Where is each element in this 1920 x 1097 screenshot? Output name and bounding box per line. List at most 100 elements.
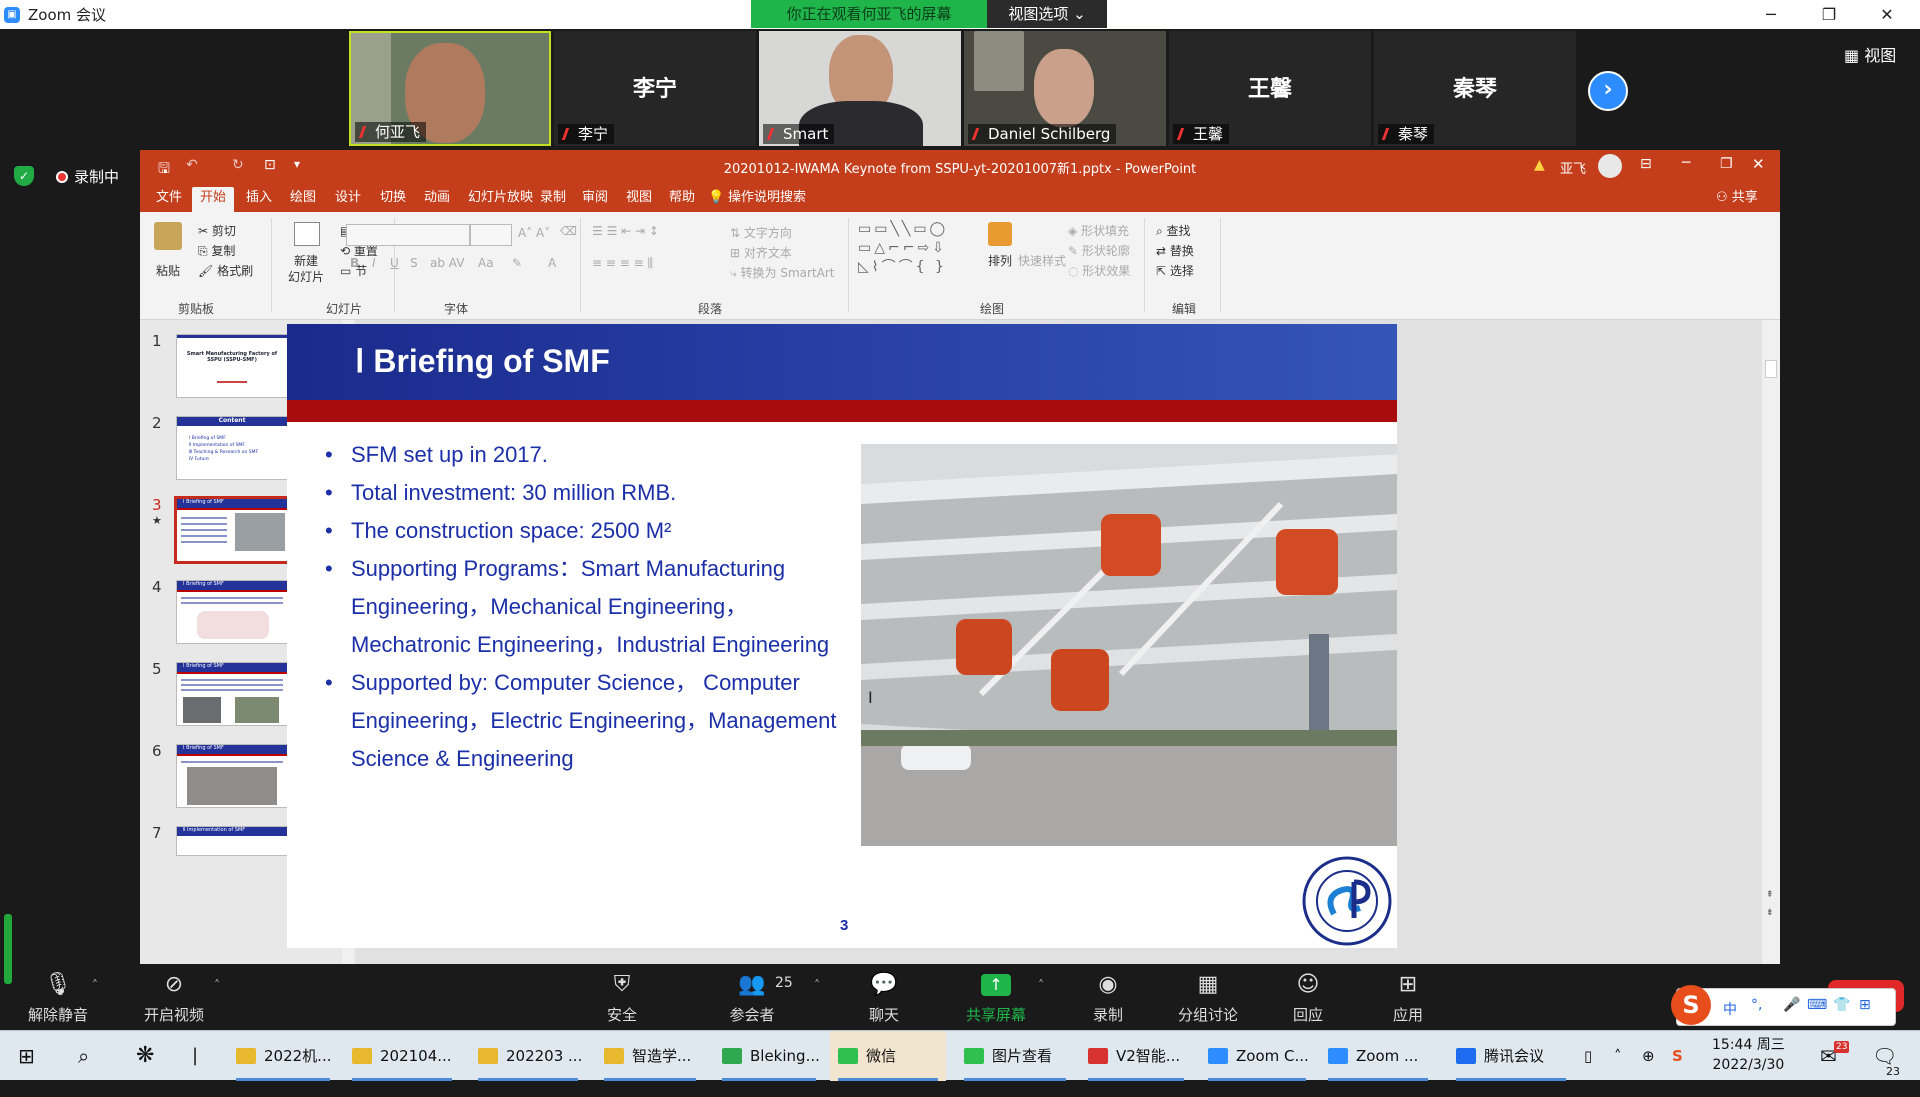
tab-file[interactable]: 文件 — [156, 188, 182, 212]
slide-thumbnail[interactable]: Content Ⅰ Briefing of SMF Ⅱ Implementatio… — [176, 416, 288, 480]
taskbar-app-button[interactable]: 202203 ... — [470, 1031, 586, 1081]
replace-button[interactable]: ⇄ 替换 — [1156, 242, 1194, 259]
reactions-button[interactable]: ☺ 回应 — [1258, 964, 1358, 1030]
underline-icon[interactable]: U — [390, 256, 399, 270]
format-painter-button[interactable]: 🖌 格式刷 — [198, 262, 253, 279]
taskbar-app-button[interactable]: Bleking... — [714, 1031, 824, 1081]
bold-icon[interactable]: B — [350, 256, 359, 270]
view-options-button[interactable]: 视图选项 ⌄ — [987, 0, 1107, 28]
taskbar-app-button[interactable]: Zoom ... — [1320, 1031, 1436, 1081]
slide-thumbnail[interactable]: Ⅰ Briefing of SMF — [176, 744, 288, 808]
security-button[interactable]: ⛨ 安全 — [572, 964, 672, 1030]
ime-tray-icon[interactable]: ⊕ — [1642, 1031, 1655, 1081]
font-size-input[interactable] — [470, 224, 512, 246]
search-icon[interactable]: ⌕ — [78, 1031, 89, 1081]
ime-voice-icon[interactable]: 🎤 — [1783, 997, 1800, 1013]
taskbar-app-button[interactable]: Zoom C... — [1200, 1031, 1314, 1081]
select-button[interactable]: ⇱ 选择 — [1156, 262, 1194, 279]
battery-icon[interactable]: ▯ — [1584, 1031, 1592, 1081]
copy-button[interactable]: ⎘ 复制 — [198, 242, 235, 259]
record-button[interactable]: ◉ 录制 — [1058, 964, 1158, 1030]
sogou-tray-icon[interactable]: S — [1672, 1031, 1683, 1081]
slide-thumbnail[interactable]: Ⅰ Briefing of SMF — [176, 662, 288, 726]
participant-tile[interactable]: 李宁 李宁 — [554, 31, 756, 146]
slide-bullet-list[interactable]: SFM set up in 2017. Total investment: 30… — [325, 436, 845, 778]
bullets-icon[interactable]: ☰ ☰ ⇤ ⇥ ↕ — [592, 224, 659, 238]
share-screen-button[interactable]: ↑ 共享屏幕 — [946, 964, 1046, 1030]
italic-icon[interactable]: I — [372, 256, 376, 270]
audio-options-caret-icon[interactable]: ˄ — [92, 978, 98, 992]
unmute-button[interactable]: 🎙 解除静音 — [8, 964, 108, 1030]
slide-canvas[interactable]: Ⅰ Briefing of SMF SFM set up in 2017. To… — [287, 324, 1397, 948]
tab-draw[interactable]: 绘图 — [290, 188, 316, 212]
align-text-button[interactable]: ⊞ 对齐文本 — [730, 244, 792, 261]
tab-slideshow[interactable]: 幻灯片放映 — [468, 188, 533, 212]
participant-tile[interactable]: 秦琴 秦琴 — [1374, 31, 1576, 146]
change-case-icon[interactable]: Aa — [478, 256, 494, 270]
tab-home[interactable]: 开始 — [192, 187, 235, 212]
tab-record[interactable]: 录制 — [540, 188, 566, 212]
tab-help[interactable]: 帮助 — [669, 188, 695, 212]
app-shortcut-icon[interactable]: ❋ — [136, 1031, 154, 1081]
tab-animations[interactable]: 动画 — [424, 188, 450, 212]
highlight-icon[interactable]: ✎ — [512, 256, 522, 270]
ime-tools-icon[interactable]: ⊞ — [1859, 997, 1871, 1013]
outlook-icon[interactable]: ✉ 23 — [1820, 1031, 1850, 1081]
video-options-caret-icon[interactable]: ˄ — [214, 978, 220, 992]
tray-chevron-icon[interactable]: ˄ — [1614, 1031, 1622, 1081]
ime-language[interactable]: 中 — [1723, 999, 1737, 1019]
slide-title[interactable]: Ⅰ Briefing of SMF — [355, 342, 610, 380]
building-photo[interactable] — [861, 444, 1397, 846]
arrange-icon[interactable] — [988, 222, 1012, 246]
avatar[interactable] — [1598, 154, 1622, 178]
new-slide-button-label[interactable]: 幻灯片 — [288, 268, 324, 285]
tab-review[interactable]: 审阅 — [582, 188, 608, 212]
restore-icon[interactable]: ❐ — [1720, 156, 1733, 172]
align-icons[interactable]: ≡ ≡ ≡ ≡ ⫼ — [592, 256, 653, 271]
prev-slide-icon[interactable]: ⇞ — [1766, 890, 1774, 900]
ime-punctuation-icon[interactable]: °, — [1751, 997, 1762, 1013]
font-name-input[interactable] — [346, 224, 470, 246]
taskbar-app-button[interactable]: 图片查看 — [956, 1031, 1074, 1081]
slide-thumbnail[interactable]: Smart Manufacturing Factory of SSPU (SSP… — [176, 334, 288, 398]
participants-button[interactable]: 👥 参会者 — [702, 964, 802, 1030]
start-video-button[interactable]: ⊘ 开启视频 — [124, 964, 224, 1030]
shape-fill-button[interactable]: ◈ 形状填充 — [1068, 222, 1129, 239]
view-layout-button[interactable]: ▦ 视图 — [1844, 42, 1896, 66]
taskbar-app-button[interactable]: 202104... — [344, 1031, 460, 1081]
share-button[interactable]: ⚇ 共享 — [1716, 188, 1758, 212]
restore-icon[interactable]: ❐ — [1800, 0, 1858, 29]
system-clock[interactable]: 15:44 周三 2022/3/30 — [1712, 1035, 1785, 1075]
next-slide-icon[interactable]: ⇟ — [1766, 908, 1774, 918]
grow-font-icon[interactable]: A˄ A˅ — [518, 226, 550, 240]
start-windows-icon[interactable]: ⊞ — [18, 1031, 35, 1081]
participant-tile[interactable]: Daniel Schilberg — [964, 31, 1166, 146]
ime-skin-icon[interactable]: 👕 — [1833, 997, 1850, 1013]
paste-button[interactable]: 粘贴 — [156, 262, 180, 279]
taskbar-app-button[interactable]: 智造学... — [596, 1031, 704, 1081]
warning-icon[interactable]: ▲ — [1534, 157, 1545, 173]
slide-thumbnail[interactable]: Ⅱ Implementation of SMF — [176, 826, 288, 856]
tab-insert[interactable]: 插入 — [246, 188, 272, 212]
shape-outline-button[interactable]: ✎ 形状轮廓 — [1068, 242, 1130, 259]
new-slide-button[interactable]: 新建 — [294, 252, 318, 269]
participant-tile[interactable]: 王馨 王馨 — [1169, 31, 1371, 146]
quick-styles-button[interactable]: 快速样式 — [1018, 252, 1066, 269]
ime-keyboard-icon[interactable]: ⌨ — [1807, 997, 1827, 1013]
close-icon[interactable]: ✕ — [1858, 0, 1916, 29]
taskbar-app-button[interactable]: 腾讯会议 — [1448, 1031, 1574, 1081]
font-color-icon[interactable]: A — [548, 256, 556, 270]
shapes-gallery[interactable]: ▭▭╲╲▭◯ ▭△⌐⌐⇨⇩ ◺⌇⌒⌒{ } — [858, 220, 970, 276]
find-button[interactable]: ⌕ 查找 — [1156, 222, 1191, 239]
breakout-rooms-button[interactable]: ▦ 分组讨论 — [1158, 964, 1258, 1030]
taskbar-app-button[interactable]: V2智能... — [1080, 1031, 1192, 1081]
next-page-arrow-icon[interactable]: › — [1588, 71, 1628, 111]
apps-button[interactable]: ⊞ 应用 — [1358, 964, 1458, 1030]
slide-scrollbar[interactable]: ⇞ ⇟ — [1762, 320, 1780, 964]
ribbon-display-icon[interactable]: ⊟ — [1640, 156, 1652, 172]
share-caret-icon[interactable]: ˄ — [1038, 978, 1044, 992]
chat-button[interactable]: 💬 聊天 — [834, 964, 934, 1030]
tab-view[interactable]: 视图 — [626, 188, 652, 212]
strikethrough-icon[interactable]: S — [410, 256, 418, 270]
ime-toolbar[interactable]: S 中 °, 🎤 ⌨ 👕 ⊞ — [1671, 985, 1896, 1026]
